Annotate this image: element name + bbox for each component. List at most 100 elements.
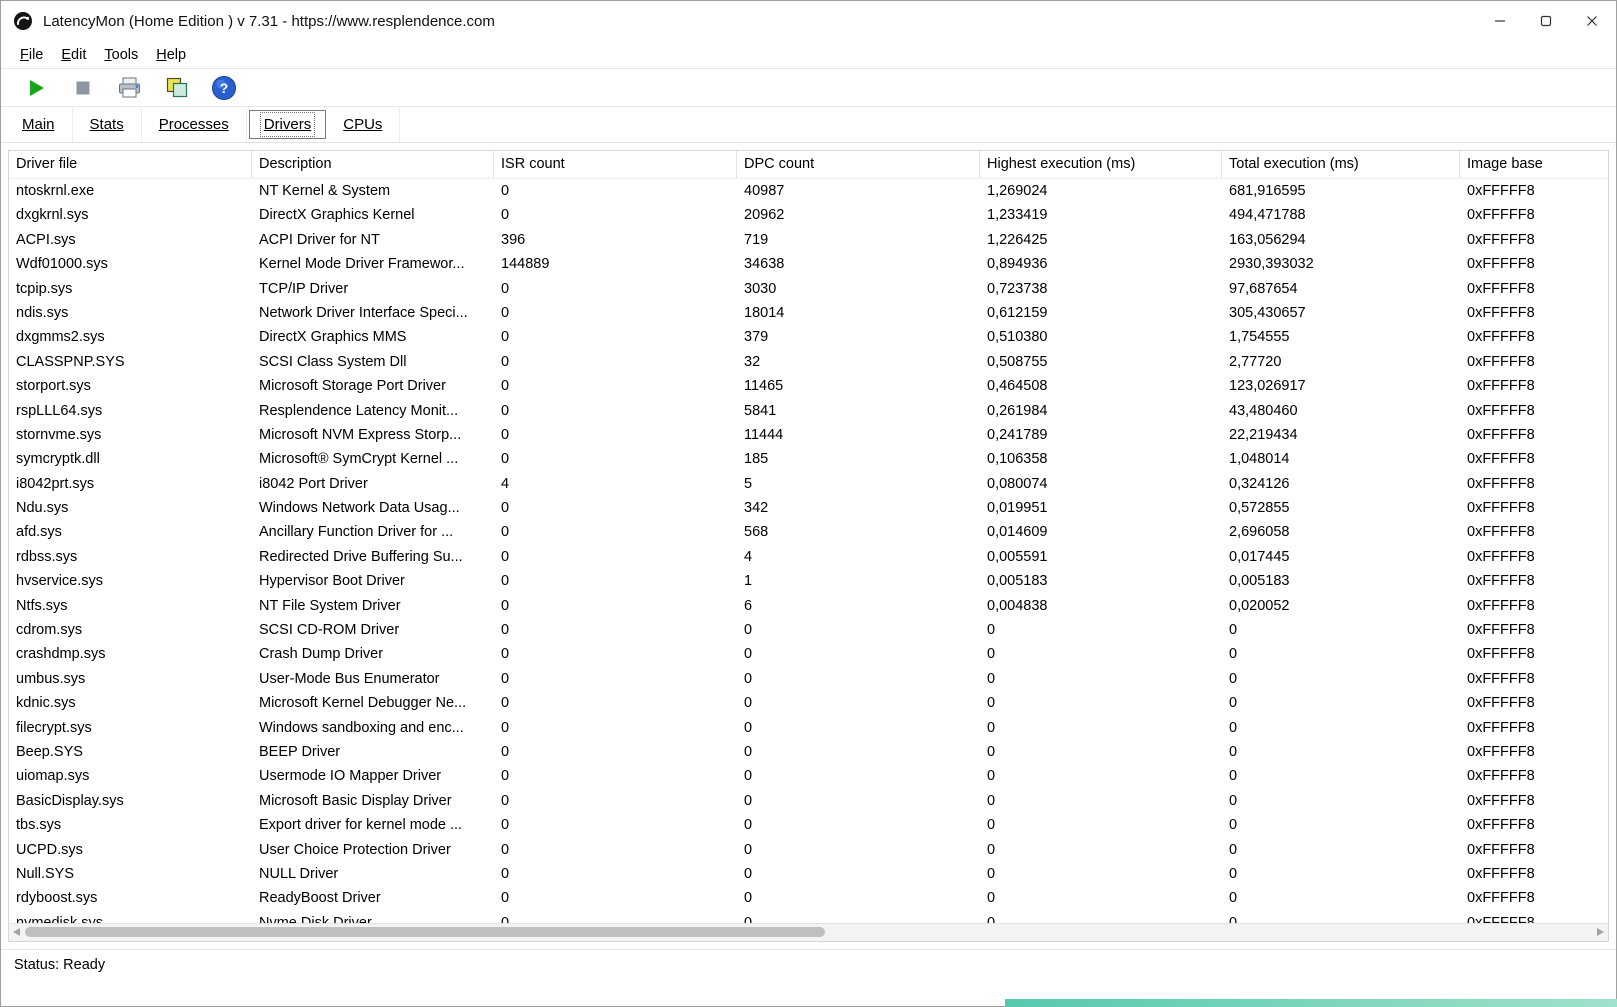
table-row[interactable]: tcpip.sysTCP/IP Driver030300,72373897,68… (9, 277, 1608, 301)
scroll-left-arrow-icon[interactable] (13, 928, 20, 936)
table-cell: afd.sys (9, 520, 252, 544)
table-cell: 0,464508 (980, 374, 1222, 398)
table-cell: 0 (1222, 789, 1460, 813)
table-row[interactable]: i8042prt.sysi8042 Port Driver450,0800740… (9, 472, 1608, 496)
column-header-image-base[interactable]: Image base (1460, 151, 1608, 178)
table-cell: Microsoft Storage Port Driver (252, 374, 494, 398)
table-cell: 22,219434 (1222, 423, 1460, 447)
table-cell: 0 (737, 691, 980, 715)
tab-cpus[interactable]: CPUs (326, 107, 400, 142)
report-button[interactable] (115, 73, 145, 103)
tab-main[interactable]: Main (5, 107, 73, 142)
menu-file[interactable]: File (11, 47, 52, 63)
table-row[interactable]: dxgmms2.sysDirectX Graphics MMS03790,510… (9, 325, 1608, 349)
app-logo-icon (13, 11, 33, 31)
table-cell: 0xFFFFF8 (1460, 764, 1608, 788)
table-cell: Network Driver Interface Speci... (252, 301, 494, 325)
table-cell: Ancillary Function Driver for ... (252, 520, 494, 544)
table-row[interactable]: tbs.sysExport driver for kernel mode ...… (9, 813, 1608, 837)
table-row[interactable]: UCPD.sysUser Choice Protection Driver000… (9, 838, 1608, 862)
table-row[interactable]: Ntfs.sysNT File System Driver060,0048380… (9, 594, 1608, 618)
table-row[interactable]: Ndu.sysWindows Network Data Usag...03420… (9, 496, 1608, 520)
column-header-highest-execution[interactable]: Highest execution (ms) (980, 151, 1222, 178)
table-cell: Kernel Mode Driver Framewor... (252, 252, 494, 276)
table-row[interactable]: rdbss.sysRedirected Drive Buffering Su..… (9, 545, 1608, 569)
table-cell: 305,430657 (1222, 301, 1460, 325)
help-icon: ? (211, 75, 237, 101)
copy-button[interactable] (162, 73, 192, 103)
table-cell: 1,233419 (980, 203, 1222, 227)
table-cell: Resplendence Latency Monit... (252, 399, 494, 423)
table-cell: 40987 (737, 179, 980, 203)
horizontal-scrollbar[interactable] (9, 923, 1608, 941)
window-controls (1477, 1, 1615, 41)
menu-tools[interactable]: Tools (95, 47, 147, 63)
table-row[interactable]: ndis.sysNetwork Driver Interface Speci..… (9, 301, 1608, 325)
table-cell: 0 (494, 764, 737, 788)
table-row[interactable]: stornvme.sysMicrosoft NVM Express Storp.… (9, 423, 1608, 447)
table-cell: dxgkrnl.sys (9, 203, 252, 227)
table-cell: 0xFFFFF8 (1460, 667, 1608, 691)
table-cell: 0 (1222, 862, 1460, 886)
column-header-total-execution[interactable]: Total execution (ms) (1222, 151, 1460, 178)
table-cell: 0 (1222, 838, 1460, 862)
table-cell: 719 (737, 228, 980, 252)
table-row[interactable]: kdnic.sysMicrosoft Kernel Debugger Ne...… (9, 691, 1608, 715)
table-row[interactable]: dxgkrnl.sysDirectX Graphics Kernel020962… (9, 203, 1608, 227)
table-row[interactable]: CLASSPNP.SYSSCSI Class System Dll0320,50… (9, 350, 1608, 374)
table-row[interactable]: storport.sysMicrosoft Storage Port Drive… (9, 374, 1608, 398)
table-row[interactable]: hvservice.sysHypervisor Boot Driver010,0… (9, 569, 1608, 593)
start-monitor-button[interactable] (21, 73, 51, 103)
table-cell: 2930,393032 (1222, 252, 1460, 276)
table-row[interactable]: nvmedisk.sysNvme Disk Driver00000xFFFFF8 (9, 911, 1608, 923)
close-button[interactable] (1569, 1, 1615, 41)
table-row[interactable]: rdyboost.sysReadyBoost Driver00000xFFFFF… (9, 886, 1608, 910)
table-cell: 0,014609 (980, 520, 1222, 544)
status-text: Status: Ready (14, 957, 105, 973)
table-row[interactable]: filecrypt.sysWindows sandboxing and enc.… (9, 716, 1608, 740)
table-cell: BasicDisplay.sys (9, 789, 252, 813)
table-cell: 0,020052 (1222, 594, 1460, 618)
table-row[interactable]: rspLLL64.sysResplendence Latency Monit..… (9, 399, 1608, 423)
table-row[interactable]: afd.sysAncillary Function Driver for ...… (9, 520, 1608, 544)
table-cell: 144889 (494, 252, 737, 276)
minimize-button[interactable] (1477, 1, 1523, 41)
column-header-driver-file[interactable]: Driver file (9, 151, 252, 178)
help-button[interactable]: ? (209, 73, 239, 103)
title-bar: LatencyMon (Home Edition ) v 7.31 - http… (1, 1, 1616, 41)
table-cell: 0 (737, 838, 980, 862)
table-cell: 0xFFFFF8 (1460, 545, 1608, 569)
table-cell: 0xFFFFF8 (1460, 886, 1608, 910)
table-cell: 0xFFFFF8 (1460, 569, 1608, 593)
table-row[interactable]: ACPI.sysACPI Driver for NT3967191,226425… (9, 228, 1608, 252)
menu-help[interactable]: Help (147, 47, 195, 63)
table-row[interactable]: Wdf01000.sysKernel Mode Driver Framewor.… (9, 252, 1608, 276)
table-row[interactable]: cdrom.sysSCSI CD-ROM Driver00000xFFFFF8 (9, 618, 1608, 642)
column-header-dpc-count[interactable]: DPC count (737, 151, 980, 178)
tab-stats[interactable]: Stats (73, 107, 142, 142)
column-header-isr-count[interactable]: ISR count (494, 151, 737, 178)
table-cell: 3030 (737, 277, 980, 301)
table-cell: 0 (980, 911, 1222, 923)
table-row[interactable]: Beep.SYSBEEP Driver00000xFFFFF8 (9, 740, 1608, 764)
tab-processes[interactable]: Processes (142, 107, 247, 142)
table-row[interactable]: umbus.sysUser-Mode Bus Enumerator00000xF… (9, 667, 1608, 691)
tab-drivers[interactable]: Drivers (249, 110, 327, 139)
table-cell: 0 (737, 740, 980, 764)
table-cell: 0 (980, 667, 1222, 691)
table-row[interactable]: ntoskrnl.exeNT Kernel & System0409871,26… (9, 179, 1608, 203)
menu-edit[interactable]: Edit (52, 47, 95, 63)
scroll-right-arrow-icon[interactable] (1597, 928, 1604, 936)
table-cell: 0 (980, 642, 1222, 666)
table-row[interactable]: BasicDisplay.sysMicrosoft Basic Display … (9, 789, 1608, 813)
maximize-button[interactable] (1523, 1, 1569, 41)
horizontal-scrollbar-thumb[interactable] (25, 927, 825, 937)
table-row[interactable]: symcryptk.dllMicrosoft® SymCrypt Kernel … (9, 447, 1608, 471)
table-cell: SCSI Class System Dll (252, 350, 494, 374)
table-row[interactable]: Null.SYSNULL Driver00000xFFFFF8 (9, 862, 1608, 886)
table-row[interactable]: crashdmp.sysCrash Dump Driver00000xFFFFF… (9, 642, 1608, 666)
stop-monitor-button[interactable] (68, 73, 98, 103)
table-row[interactable]: uiomap.sysUsermode IO Mapper Driver00000… (9, 764, 1608, 788)
table-cell: CLASSPNP.SYS (9, 350, 252, 374)
column-header-description[interactable]: Description (252, 151, 494, 178)
